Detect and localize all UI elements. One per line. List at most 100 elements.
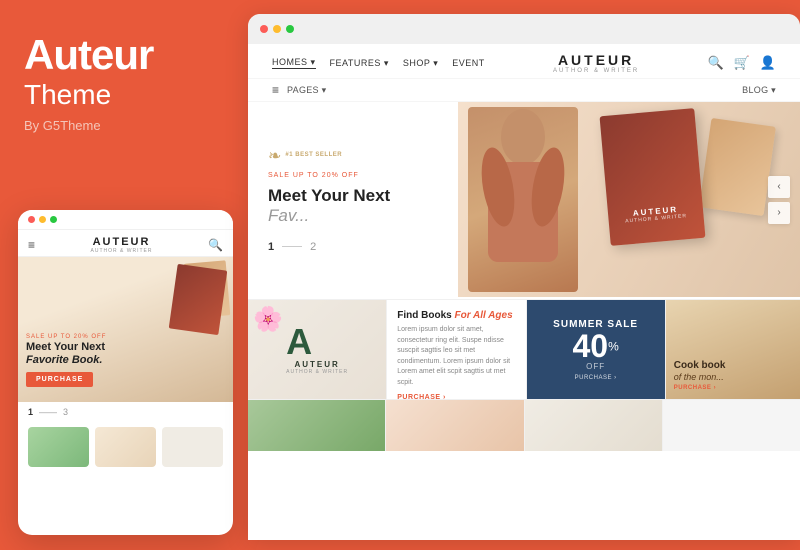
cook-book-link[interactable]: PURCHASE › bbox=[674, 385, 792, 391]
search-icon[interactable]: 🔍 bbox=[707, 55, 723, 71]
find-books-text: Lorem ipsum dolor sit amet, consectetur … bbox=[397, 325, 515, 388]
find-books-heading: Find Books For All Ages bbox=[397, 310, 515, 321]
mobile-tagline: AUTHOR & WRITER bbox=[91, 248, 153, 254]
mobile-bottom-card-3 bbox=[162, 427, 223, 467]
strip-card-2 bbox=[386, 400, 524, 451]
mobile-logo-text: AUTEUR bbox=[91, 236, 153, 248]
pagination-line bbox=[282, 246, 302, 247]
strip-light-bg bbox=[525, 400, 662, 451]
mobile-hero-heading: Meet Your Next bbox=[26, 340, 106, 354]
bottom-card-find-books: Find Books For All Ages Lorem ipsum dolo… bbox=[387, 300, 526, 399]
mobile-preview-card: ≡ AUTEUR AUTHOR & WRITER 🔍 SALE UP TO 20… bbox=[18, 210, 233, 535]
find-books-link[interactable]: PURCHASE › bbox=[397, 394, 515, 399]
strip-green-bg bbox=[248, 400, 385, 451]
strip-card-1 bbox=[248, 400, 386, 451]
mobile-hamburger-icon[interactable]: ≡ bbox=[28, 238, 35, 252]
hamburger-icon[interactable]: ≡ bbox=[272, 83, 279, 97]
nav-link-pages[interactable]: PAGES ▾ bbox=[287, 85, 326, 96]
browser-dot-yellow bbox=[273, 25, 281, 33]
site-logo-area: AUTEUR AUTHOR & WRITER bbox=[553, 52, 639, 74]
woman-silhouette bbox=[468, 107, 578, 292]
mobile-dot-green bbox=[50, 216, 57, 223]
card-logo-name: AUTEUR bbox=[286, 360, 348, 369]
mobile-dot-red bbox=[28, 216, 35, 223]
nav-link-shop[interactable]: SHOP ▾ bbox=[403, 58, 438, 69]
left-panel: Auteur Theme By G5Theme ≡ AUTEUR AUTHOR … bbox=[0, 0, 248, 550]
hero-heading-line1: Meet Your Ne bbox=[268, 186, 375, 205]
hero-book-main: AUTEUR AUTHOR & WRITER bbox=[600, 108, 706, 246]
hero-subheading: Fav... bbox=[268, 206, 438, 226]
mobile-bottom-card-2 bbox=[95, 427, 156, 467]
best-seller-badge: ❧ #1 BEST SELLER bbox=[268, 146, 438, 166]
strip-white-bg bbox=[663, 400, 800, 451]
nav-primary-links: HOMES ▾ FEATURES ▾ SHOP ▾ EVENT bbox=[272, 57, 485, 69]
hero-nav-arrows: ‹ › bbox=[768, 176, 790, 224]
browser-dots bbox=[260, 25, 294, 33]
bottom-cards-row: 🌸 A AUTEUR AUTHOR & WRITER Find Books Fo… bbox=[248, 299, 800, 399]
card-logo-tagline: AUTHOR & WRITER bbox=[286, 369, 348, 375]
nav-icons: 🔍 🛒 👤 bbox=[707, 55, 776, 71]
cart-icon[interactable]: 🛒 bbox=[734, 55, 750, 71]
wreath-icon: ❧ bbox=[268, 146, 281, 166]
prev-arrow-button[interactable]: ‹ bbox=[768, 176, 790, 198]
strip-card-3 bbox=[525, 400, 663, 451]
summer-sale-percent: 40 bbox=[572, 328, 608, 364]
cook-book-text: Cook book of the mon... PURCHASE › bbox=[674, 359, 792, 391]
mobile-book-main bbox=[169, 264, 228, 335]
cook-book-title: Cook book bbox=[674, 359, 792, 372]
secondary-nav: ≡ PAGES ▾ BLOG ▾ bbox=[248, 79, 800, 102]
bottom-card-summer-sale: SUMMER SALE 40% OFF PURCHASE › bbox=[527, 300, 666, 399]
summer-sale-link[interactable]: PURCHASE › bbox=[575, 375, 617, 381]
woman-svg bbox=[468, 107, 578, 292]
mobile-hero-subheading: Favorite Book. bbox=[26, 354, 106, 366]
nav-link-features[interactable]: FEATURES ▾ bbox=[330, 58, 389, 69]
summer-sale-sup: % bbox=[608, 339, 619, 353]
cook-book-subtitle: of the mon... bbox=[674, 372, 792, 382]
hero-right: 👓 AUTEUR AUTHOR & WRITER ‹ › bbox=[458, 102, 800, 297]
browser-dot-red bbox=[260, 25, 268, 33]
mobile-page-current: 1 bbox=[28, 407, 33, 417]
hero-heading: Meet Your Next bbox=[268, 185, 438, 206]
summer-sale-off: OFF bbox=[586, 362, 605, 371]
site-top-nav: HOMES ▾ FEATURES ▾ SHOP ▾ EVENT AUTEUR A… bbox=[248, 44, 800, 79]
card-logo-big: A AUTEUR AUTHOR & WRITER bbox=[286, 324, 348, 375]
mobile-bottom-strip bbox=[18, 422, 233, 472]
mobile-bottom-card-1 bbox=[28, 427, 89, 467]
mobile-chrome-bar bbox=[18, 210, 233, 230]
hero-woman-figure bbox=[468, 107, 578, 292]
pagination-current: 1 bbox=[268, 241, 274, 253]
flower-decor: 🌸 bbox=[253, 305, 283, 334]
mobile-purchase-button[interactable]: PURCHASE bbox=[26, 372, 93, 387]
site-tagline: AUTHOR & WRITER bbox=[553, 68, 639, 74]
mobile-page-next: 3 bbox=[63, 407, 68, 417]
mobile-nav: ≡ AUTEUR AUTHOR & WRITER 🔍 bbox=[18, 230, 233, 257]
strip-card-4 bbox=[663, 400, 800, 451]
user-icon[interactable]: 👤 bbox=[760, 55, 776, 71]
mobile-pagination: 1 —— 3 bbox=[18, 402, 233, 422]
mobile-search-icon[interactable]: 🔍 bbox=[208, 238, 223, 252]
mobile-dot-yellow bbox=[39, 216, 46, 223]
hero-book-secondary bbox=[699, 118, 776, 216]
hero-section: ❧ #1 BEST SELLER SALE UP TO 20% OFF Meet… bbox=[248, 102, 800, 297]
brand-title: Auteur bbox=[24, 32, 224, 78]
hero-left: ❧ #1 BEST SELLER SALE UP TO 20% OFF Meet… bbox=[248, 102, 458, 297]
mobile-logo: AUTEUR AUTHOR & WRITER bbox=[91, 236, 153, 254]
next-arrow-button[interactable]: › bbox=[768, 202, 790, 224]
browser-chrome-bar bbox=[248, 14, 800, 44]
nav-link-homes[interactable]: HOMES ▾ bbox=[272, 57, 316, 69]
browser-panel: HOMES ▾ FEATURES ▾ SHOP ▾ EVENT AUTEUR A… bbox=[248, 14, 800, 540]
mobile-hero-content: SALE UP TO 20% OFF Meet Your Next Favori… bbox=[26, 334, 106, 387]
browser-dot-green bbox=[286, 25, 294, 33]
mobile-hero: SALE UP TO 20% OFF Meet Your Next Favori… bbox=[18, 257, 233, 402]
bottom-card-cook-book: Cook book of the mon... PURCHASE › bbox=[666, 300, 800, 399]
strip-peach-bg bbox=[386, 400, 523, 451]
mobile-dots bbox=[28, 216, 57, 223]
browser-bottom-strip bbox=[248, 399, 800, 451]
hero-pagination: 1 2 bbox=[268, 241, 438, 253]
pagination-next: 2 bbox=[310, 241, 316, 253]
nav-link-blog[interactable]: BLOG ▾ bbox=[742, 85, 776, 96]
mobile-page-sep: —— bbox=[39, 407, 57, 417]
badge-text: #1 BEST SELLER bbox=[285, 152, 342, 160]
bottom-card-logo: 🌸 A AUTEUR AUTHOR & WRITER bbox=[248, 300, 387, 399]
nav-link-event[interactable]: EVENT bbox=[452, 58, 485, 68]
